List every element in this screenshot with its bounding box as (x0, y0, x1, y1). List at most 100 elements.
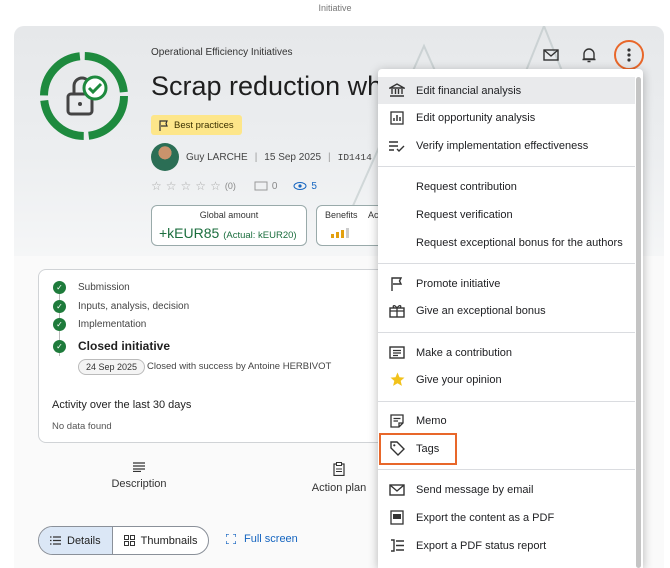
author-row: Guy LARCHE | 15 Sep 2025 | ID1414 (151, 143, 372, 171)
grid-icon (123, 535, 135, 546)
details-toggle-button[interactable]: Details (39, 527, 113, 554)
rating-count: (0) (224, 181, 236, 191)
menu-item-export-pdf[interactable]: Export the content as a PDF (378, 504, 635, 531)
menu-item-edit-financial-analysis[interactable]: Edit financial analysis (378, 77, 635, 104)
comment-icon (389, 345, 405, 359)
tab-action-plan[interactable]: Action plan (294, 462, 384, 494)
menu-item-send-email[interactable]: Send message by email (378, 476, 635, 503)
benefits-next-label: Ac (368, 210, 379, 220)
tab-description[interactable]: Description (94, 462, 184, 490)
menu-item-request-contribution[interactable]: Request contribution (378, 173, 635, 200)
check-icon: ✓ (53, 300, 66, 313)
initiative-category: Operational Efficiency Initiatives (151, 47, 293, 58)
rating-star-icon[interactable]: ☆ (210, 179, 221, 193)
full-screen-link[interactable]: Full screen (226, 533, 298, 545)
menu-divider (378, 401, 635, 402)
thumbnails-label: Thumbnails (140, 534, 198, 547)
menu-item-request-exceptional-bonus[interactable]: Request exceptional bonus for the author… (378, 229, 635, 256)
gift-icon (389, 305, 405, 318)
avatar[interactable] (151, 143, 179, 171)
timeline-step: ✓ Submission (53, 281, 130, 294)
menu-item-label: Give your opinion (416, 373, 502, 386)
menu-item-edit-opportunity-analysis[interactable]: Edit opportunity analysis (378, 104, 635, 131)
tab-label: Action plan (311, 482, 367, 494)
more-vert-icon (627, 48, 631, 62)
menu-item-label: Export the content as a PDF (416, 511, 555, 524)
menu-item-label: Memo (416, 414, 447, 427)
stats-row: ☆ ☆ ☆ ☆ ☆ (0) 0 5 (151, 179, 317, 193)
rating-star-icon[interactable]: ☆ (166, 179, 177, 193)
full-screen-label: Full screen (244, 533, 298, 545)
menu-item-request-verification[interactable]: Request verification (378, 201, 635, 228)
window-title: Initiative (318, 3, 352, 13)
activity-empty: No data found (52, 421, 112, 432)
author-name[interactable]: Guy LARCHE (186, 152, 248, 163)
menu-item-make-contribution[interactable]: Make a contribution (378, 339, 635, 366)
menu-item-memo[interactable]: Memo (378, 407, 635, 434)
notifications-button[interactable] (576, 42, 602, 68)
pdf-icon (390, 510, 404, 525)
closed-description: Closed with success by Antoine HERBIVOT (147, 361, 332, 372)
check-icon: ✓ (53, 339, 66, 353)
submission-date: 15 Sep 2025 (264, 151, 322, 163)
initiative-id: ID1414 (337, 151, 372, 163)
comment-icon (254, 181, 268, 190)
checklist-icon (389, 140, 405, 152)
closed-date-chip: 24 Sep 2025 (78, 359, 146, 375)
eye-icon (293, 182, 307, 190)
menu-item-promote-initiative[interactable]: Promote initiative (378, 270, 635, 297)
rating-star-icon[interactable]: ☆ (195, 179, 206, 193)
view-count: 5 (311, 180, 317, 192)
amount-planned: +kEUR85 (159, 225, 220, 241)
separator: | (254, 151, 258, 163)
check-icon: ✓ (53, 281, 66, 294)
menu-item-label: Give an exceptional bonus (416, 304, 546, 317)
benefits-title: Benefits (325, 210, 358, 220)
clipboard-icon (333, 462, 345, 476)
menu-item-label: Edit opportunity analysis (416, 111, 536, 124)
menu-divider (378, 469, 635, 470)
menu-item-label: Send message by email (416, 483, 534, 496)
menu-divider (378, 332, 635, 333)
activity-title: Activity over the last 30 days (52, 399, 192, 411)
email-icon (543, 49, 559, 61)
menu-divider (378, 263, 635, 264)
rating-star-icon[interactable]: ☆ (181, 179, 192, 193)
menu-item-label: Export a PDF status report (416, 539, 547, 552)
menu-item-label: Edit financial analysis (416, 84, 522, 97)
menu-item-export-status-report[interactable]: Export a PDF status report (378, 532, 635, 559)
timeline-step: ✓ Inputs, analysis, decision (53, 300, 189, 313)
view-toggle: Details Thumbnails (38, 526, 210, 555)
amount-label: Global amount (199, 210, 259, 220)
fullscreen-icon (226, 534, 236, 544)
amount-value: +kEUR85 (Actual: kEUR20) (159, 225, 297, 241)
menu-item-label: Request verification (416, 208, 513, 221)
closed-label: Closed initiative (78, 339, 171, 353)
step-label: Inputs, analysis, decision (78, 301, 190, 312)
menu-item-label: Request contribution (416, 180, 517, 193)
menu-item-give-exceptional-bonus[interactable]: Give an exceptional bonus (378, 297, 635, 324)
timeline-step-closed: ✓ Closed initiative (53, 339, 170, 353)
tags-highlight-box (379, 433, 457, 465)
more-options-button[interactable] (614, 40, 644, 70)
global-amount-card[interactable]: Global amount +kEUR85 (Actual: kEUR20) (151, 205, 307, 246)
menu-scrollbar[interactable] (636, 77, 641, 568)
menu-item-verify-implementation[interactable]: Verify implementation effectiveness (378, 132, 635, 159)
menu-item-give-opinion[interactable]: Give your opinion (378, 366, 635, 393)
tab-label: Description (111, 478, 167, 490)
check-icon: ✓ (53, 318, 66, 331)
page-title: Scrap reduction whe (151, 71, 398, 101)
thumbnails-toggle-button[interactable]: Thumbnails (113, 527, 209, 554)
menu-divider (378, 166, 635, 167)
flag-icon (159, 119, 168, 131)
report-icon (390, 539, 404, 552)
flag-icon (391, 276, 403, 291)
bank-icon (389, 83, 405, 97)
email-button[interactable] (538, 42, 564, 68)
bell-icon (582, 48, 596, 63)
best-practices-badge: Best practices (151, 115, 242, 135)
list-icon (50, 536, 61, 545)
benefits-label: Benefits Ac (325, 210, 379, 220)
rating-star-icon[interactable]: ☆ (151, 179, 162, 193)
badge-label: Best practices (174, 119, 234, 131)
